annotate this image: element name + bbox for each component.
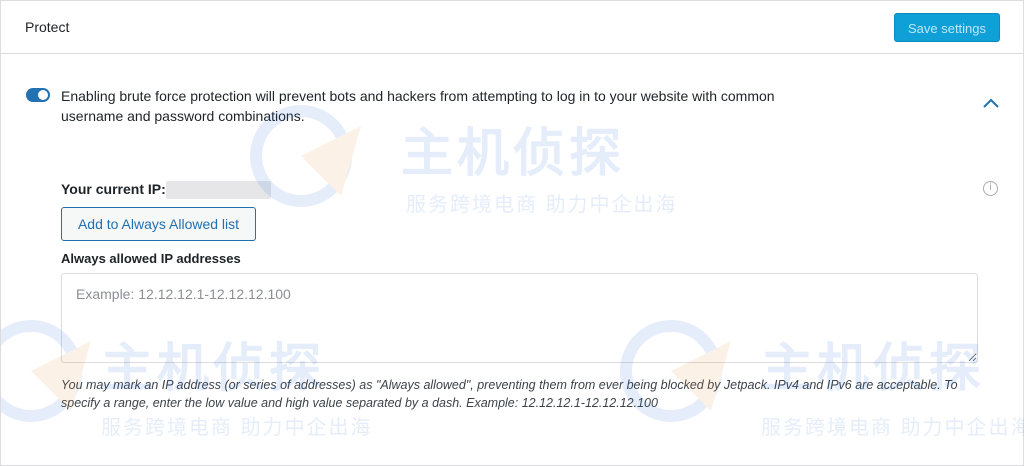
add-to-allowed-button[interactable]: Add to Always Allowed list	[61, 207, 256, 241]
allowed-ips-help-text: You may mark an IP address (or series of…	[61, 378, 958, 410]
watermark-subtitle: 服务跨境电商 助力中企出海	[761, 417, 1024, 439]
protect-card: Protect Save settings Enabling brute for…	[0, 0, 1024, 466]
brute-force-toggle[interactable]	[26, 88, 50, 102]
current-ip-label: Your current IP:	[61, 181, 166, 197]
section-title: Protect	[25, 19, 70, 35]
protection-description: Enabling brute force protection will pre…	[61, 88, 775, 124]
card-header: Protect Save settings	[1, 1, 1023, 54]
allowed-ips-textarea[interactable]	[61, 273, 978, 363]
info-icon[interactable]: i	[983, 181, 998, 196]
current-ip-value-redacted	[166, 181, 271, 199]
toggle-knob	[38, 90, 48, 100]
watermark-subtitle: 服务跨境电商 助力中企出海	[406, 194, 678, 216]
watermark-subtitle: 服务跨境电商 助力中企出海	[101, 417, 373, 439]
save-settings-button[interactable]: Save settings	[894, 13, 1000, 42]
chevron-up-icon[interactable]	[981, 96, 1001, 110]
allowed-ips-label: Always allowed IP addresses	[61, 251, 241, 266]
